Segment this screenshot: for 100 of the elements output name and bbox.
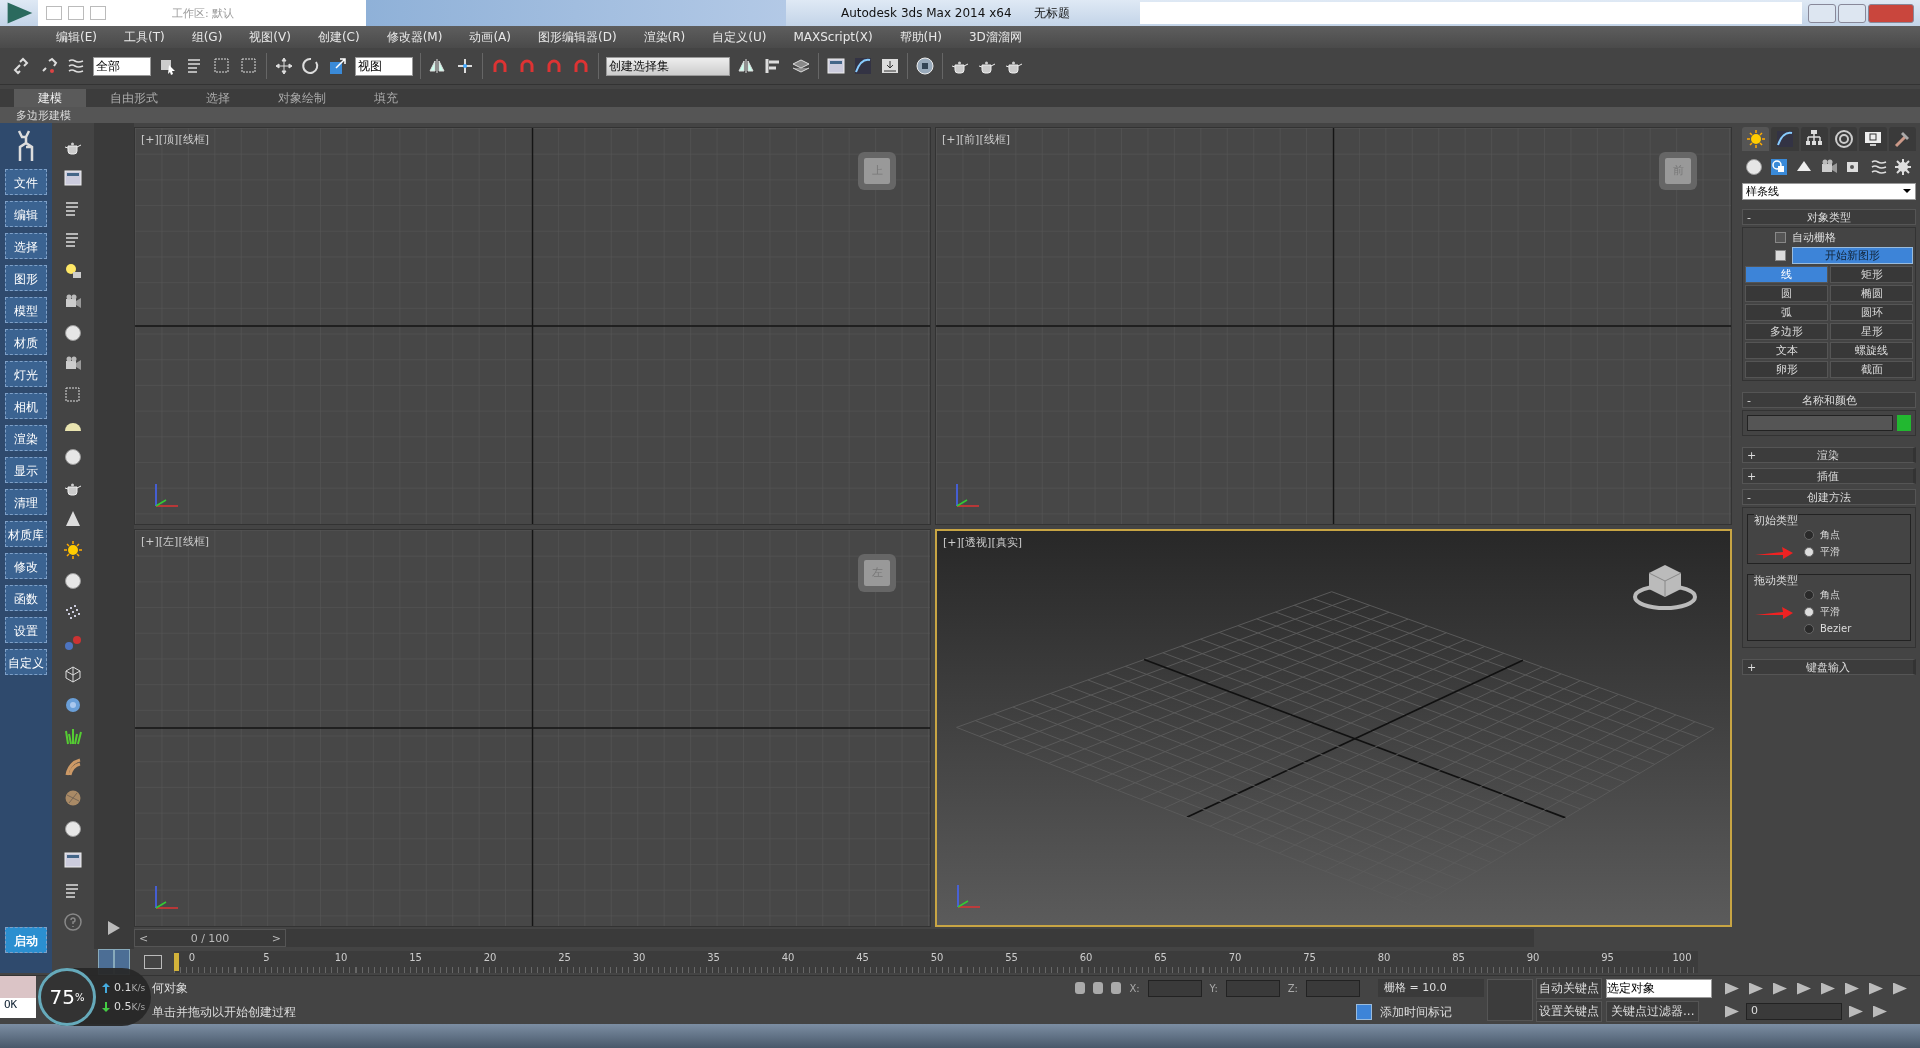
menu-item[interactable]: 动画(A) xyxy=(469,28,511,46)
ribbon-tab[interactable]: 自由形式 xyxy=(86,89,182,107)
frame-counter: 0 / 100 xyxy=(190,931,230,945)
add-time-tag-button[interactable]: 添加时间标记 xyxy=(1380,1003,1480,1021)
nav-item[interactable]: 显示 xyxy=(5,457,47,483)
selection-filter-dropdown[interactable]: 全部 xyxy=(93,56,151,76)
start-new-shape-button[interactable]: 开始新图形 xyxy=(1792,247,1913,264)
prompt-text: 单击并拖动以开始创建过程 xyxy=(152,1003,296,1021)
tick-label: 90 xyxy=(1525,952,1541,963)
slider-thumb[interactable]: < 0 / 100 > xyxy=(134,929,286,947)
checkbox-label: 自动栅格 xyxy=(1792,230,1836,245)
tick-label: 35 xyxy=(706,952,721,963)
viewport[interactable]: [+][透视][真实] xyxy=(935,529,1732,927)
category-dropdown[interactable]: 样条线 xyxy=(1742,183,1916,200)
menu-item[interactable]: 修改器(M) xyxy=(386,28,443,46)
nav-item[interactable]: 编辑 xyxy=(5,201,47,227)
tick-label: 70 xyxy=(1227,952,1243,963)
radio-label: 角点 xyxy=(1820,587,1840,602)
ribbon-tab[interactable]: 对象绘制 xyxy=(254,89,350,107)
set-key-button[interactable]: 设置关键点 xyxy=(1536,1001,1602,1022)
object-type-button[interactable]: 矩形 xyxy=(1830,266,1913,283)
object-type-button[interactable]: 多边形 xyxy=(1745,323,1828,340)
object-type-button[interactable]: 截面 xyxy=(1830,361,1913,378)
menu-item[interactable]: 工具(T) xyxy=(123,28,165,46)
auto-key-button[interactable]: 自动关键点 xyxy=(1536,978,1602,999)
nav-item[interactable]: 相机 xyxy=(5,393,47,419)
menu-item[interactable]: 渲染(R) xyxy=(643,28,686,46)
key-filters-button[interactable]: 关键点过滤器... xyxy=(1606,1001,1700,1022)
tick-label: 50 xyxy=(929,952,945,963)
menu-item[interactable]: 视图(V) xyxy=(249,28,291,46)
menu-item[interactable]: 自定义(U) xyxy=(712,28,767,46)
viewport-label[interactable]: [+][透视][真实] xyxy=(943,535,1022,550)
next-frame-button[interactable]: > xyxy=(267,931,285,945)
nav-item[interactable]: 灯光 xyxy=(5,361,47,387)
time-slider[interactable]: < 0 / 100 > xyxy=(134,929,1534,947)
menu-item[interactable]: 编辑(E) xyxy=(56,28,97,46)
menu-item[interactable]: 图形编辑器(D) xyxy=(537,28,617,46)
menu-item[interactable]: 组(G) xyxy=(191,28,223,46)
nav-item[interactable]: 修改 xyxy=(5,553,47,579)
tick-label: 0 xyxy=(187,952,197,963)
grid-size-readout: 栅格 = 10.0 xyxy=(1378,979,1484,997)
tick-label: 95 xyxy=(1600,952,1615,963)
frame-field[interactable]: 0 xyxy=(1746,1003,1842,1020)
nav-item[interactable]: 函数 xyxy=(5,585,47,611)
start-button[interactable]: 启动 xyxy=(5,927,47,953)
object-type-button[interactable]: 弧 xyxy=(1745,304,1828,321)
tick-label: 15 xyxy=(408,952,423,963)
rollout-header[interactable]: - 创建方法 xyxy=(1742,489,1916,505)
menu-item[interactable]: 创建(C) xyxy=(317,28,360,46)
radio-label: Bezier xyxy=(1820,623,1852,634)
menu-item[interactable]: 帮助(H) xyxy=(899,28,942,46)
tick-label: 40 xyxy=(780,952,796,963)
script-listener-output[interactable]: OK xyxy=(0,998,36,1018)
selection-info: 何对象 xyxy=(152,979,188,997)
timeline-track[interactable]: 0 5 10 15 20 25 30 35 40 45 50 55 60 65 70 75 80 85 90 95 100 xyxy=(174,951,1698,973)
rollout-header[interactable]: + 插值 xyxy=(1742,468,1916,484)
coordinate-system-dropdown[interactable]: 视图 xyxy=(355,56,413,76)
nav-item[interactable]: 自定义 xyxy=(5,649,47,675)
object-type-button[interactable]: 圆环 xyxy=(1830,304,1913,321)
ribbon-tab[interactable]: 填充 xyxy=(350,89,422,107)
nav-item[interactable]: 设置 xyxy=(5,617,47,643)
nav-item[interactable]: 材质 xyxy=(5,329,47,355)
coordinate-label: Y: xyxy=(1209,982,1218,994)
previous-frame-button[interactable]: < xyxy=(135,931,153,945)
object-type-button[interactable]: 卵形 xyxy=(1745,361,1828,378)
rollout-header[interactable]: + 键盘输入 xyxy=(1742,659,1916,675)
viewport-label[interactable]: [+][前][线框] xyxy=(942,132,1010,147)
tick-label: 10 xyxy=(333,952,349,963)
ribbon-tab[interactable]: 选择 xyxy=(182,89,254,107)
usage-percent: 75% xyxy=(38,968,96,1026)
tick-label: 65 xyxy=(1153,952,1168,963)
nav-item[interactable]: 模型 xyxy=(5,297,47,323)
viewport-label[interactable]: [+][顶][线框] xyxy=(141,132,209,147)
key-mode-dropdown[interactable]: 选定对象 xyxy=(1606,979,1712,998)
object-type-button[interactable]: 圆 xyxy=(1745,285,1828,302)
ribbon-tab[interactable]: 建模 xyxy=(14,89,86,107)
viewport-label[interactable]: [+][左][线框] xyxy=(141,534,209,549)
nav-item[interactable]: 图形 xyxy=(5,265,47,291)
coordinate-label: X: xyxy=(1129,982,1140,994)
nav-item[interactable]: 清理 xyxy=(5,489,47,515)
nav-item[interactable]: 文件 xyxy=(5,169,47,195)
nav-item[interactable]: 材质库 xyxy=(5,521,47,547)
object-type-button[interactable]: 星形 xyxy=(1830,323,1913,340)
menu-item[interactable]: MAXScript(X) xyxy=(793,30,873,44)
object-type-button[interactable]: 螺旋线 xyxy=(1830,342,1913,359)
selection-set-dropdown[interactable]: 创建选择集 xyxy=(606,56,730,76)
radio-label: 角点 xyxy=(1820,527,1840,542)
object-type-button[interactable]: 椭圆 xyxy=(1830,285,1913,302)
rollout-header[interactable]: - 对象类型 xyxy=(1742,209,1916,225)
rollout-header[interactable]: + 渲染 xyxy=(1742,447,1916,463)
tick-label: 5 xyxy=(262,952,271,963)
ribbon-panel-label[interactable]: 多边形建模 xyxy=(16,107,71,123)
nav-item[interactable]: 选择 xyxy=(5,233,47,259)
object-type-button[interactable]: 文本 xyxy=(1745,342,1828,359)
nav-item[interactable]: 渲染 xyxy=(5,425,47,451)
menu-item[interactable]: 3D溜溜网 xyxy=(969,28,1022,46)
radio-label: 平滑 xyxy=(1820,604,1840,619)
object-type-button[interactable]: 线 xyxy=(1745,266,1828,283)
rollout-header[interactable]: - 名称和颜色 xyxy=(1742,392,1916,408)
window-title: Autodesk 3ds Max 2014 x64 xyxy=(841,6,1012,20)
